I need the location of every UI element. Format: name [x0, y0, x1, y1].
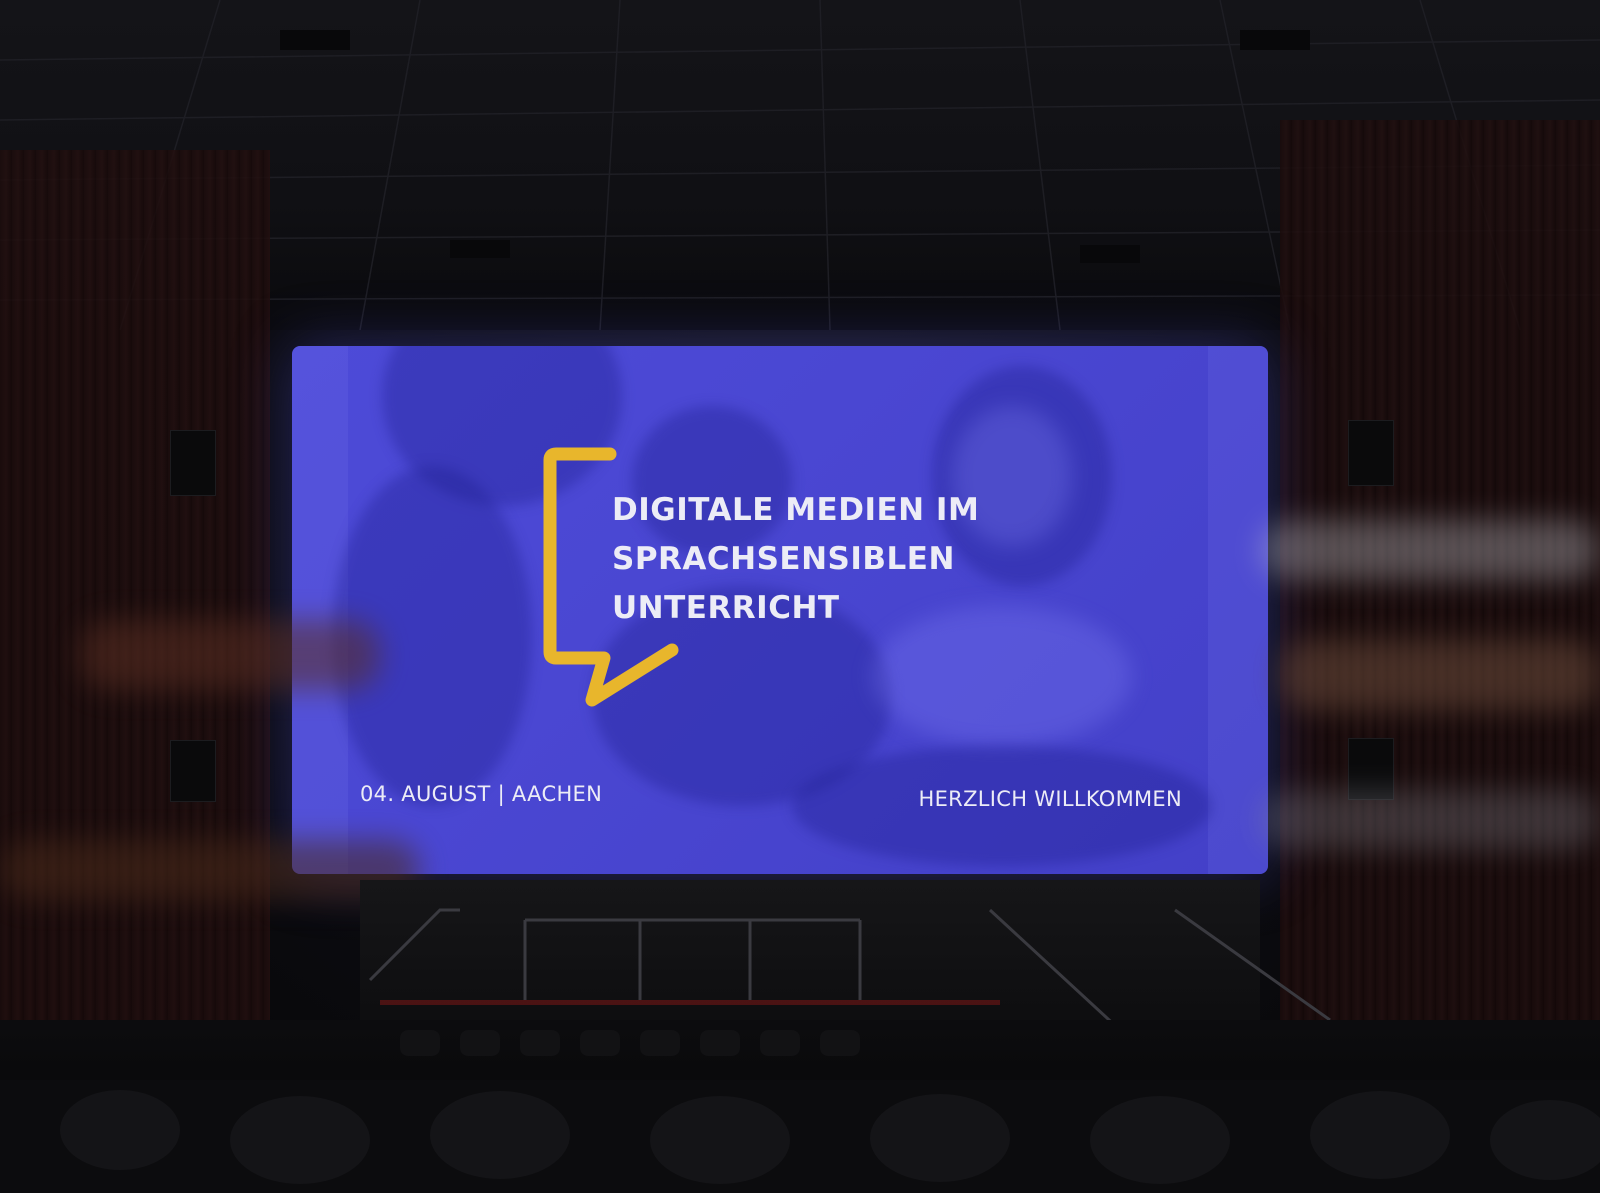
left-speaker — [170, 430, 216, 496]
motion-blur-right-top — [1260, 520, 1600, 580]
cinema-screen: DIGITALE MEDIEN IM SPRACHSENSIBLEN UNTER… — [292, 346, 1268, 874]
date-location: 04. AUGUST | AACHEN — [360, 782, 603, 806]
presentation-title: DIGITALE MEDIEN IM SPRACHSENSIBLEN UNTER… — [612, 486, 979, 633]
seat-rows — [0, 1030, 1600, 1193]
left-speaker-lower — [170, 740, 216, 802]
audience-seats — [0, 1020, 1600, 1193]
right-speaker — [1348, 420, 1394, 486]
motion-blur-left — [80, 620, 380, 690]
title-line-3: UNTERRICHT — [612, 590, 840, 626]
title-line-2: SPRACHSENSIBLEN — [612, 541, 955, 577]
motion-blur-right-low — [1260, 790, 1600, 850]
cinema-scene: DIGITALE MEDIEN IM SPRACHSENSIBLEN UNTER… — [0, 0, 1600, 1193]
title-line-1: DIGITALE MEDIEN IM — [612, 492, 980, 528]
railings — [368, 908, 1331, 1032]
motion-blur-right — [1280, 640, 1600, 710]
screen-right-band — [1208, 346, 1268, 874]
welcome-text: HERZLICH WILLKOMMEN — [918, 787, 1182, 811]
